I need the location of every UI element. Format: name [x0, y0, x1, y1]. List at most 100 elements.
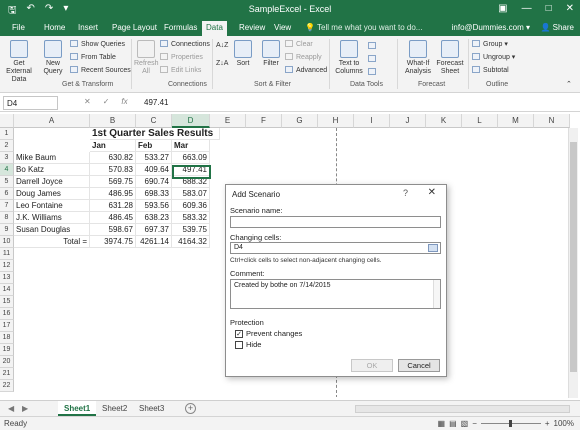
forecast-sheet-button[interactable]: Forecast Sheet [436, 40, 464, 76]
tab-file[interactable]: File [8, 22, 29, 33]
range-select-icon[interactable] [428, 244, 438, 252]
show-queries-button[interactable]: Show Queries [70, 40, 125, 48]
flash-fill-icon[interactable] [368, 42, 379, 50]
column-header-f[interactable]: F [246, 114, 282, 128]
sheet-tab-sheet1[interactable]: Sheet1 [58, 401, 97, 416]
zoom-slider-thumb[interactable] [508, 420, 512, 427]
value-cell[interactable]: 638.23 [136, 212, 172, 224]
row-header-15[interactable]: 15 [0, 296, 14, 308]
page-break-view-icon[interactable]: ▧ [461, 419, 469, 428]
advanced-button[interactable]: Advanced [285, 66, 327, 74]
total-cell[interactable]: 4164.32 [172, 236, 210, 248]
value-cell[interactable]: 539.75 [172, 224, 210, 236]
row-header-6[interactable]: 6 [0, 188, 14, 200]
enter-icon[interactable]: ✓ [103, 97, 110, 106]
column-header-e[interactable]: E [210, 114, 246, 128]
column-label-cell[interactable]: Feb [136, 140, 172, 152]
tab-view[interactable]: View [270, 22, 295, 33]
connections-button[interactable]: Connections [160, 40, 210, 48]
column-header-m[interactable]: M [498, 114, 534, 128]
close-button[interactable]: ✕ [566, 3, 574, 14]
value-cell[interactable]: 663.09 [172, 152, 210, 164]
value-cell[interactable]: 631.28 [90, 200, 136, 212]
zoom-in-button[interactable]: + [545, 419, 550, 428]
row-header-12[interactable]: 12 [0, 260, 14, 272]
subtotal-button[interactable]: Subtotal [472, 66, 509, 74]
dialog-close-button[interactable]: ✕ [428, 187, 436, 198]
tell-me-box[interactable]: 💡 Tell me what you want to do... [305, 23, 422, 32]
sheet-tab-sheet3[interactable]: Sheet3 [133, 401, 170, 416]
value-cell[interactable]: 486.95 [90, 188, 136, 200]
name-cell[interactable]: Mike Baum [14, 152, 90, 164]
name-cell[interactable]: Bo Katz [14, 164, 90, 176]
zoom-out-button[interactable]: − [472, 419, 477, 428]
row-header-3[interactable]: 3 [0, 152, 14, 164]
tab-data[interactable]: Data [202, 21, 227, 36]
zoom-level[interactable]: 100% [554, 419, 574, 428]
row-header-11[interactable]: 11 [0, 248, 14, 260]
column-label-cell[interactable]: Jan [90, 140, 136, 152]
ribbon-display-icon[interactable]: ▣ [498, 3, 507, 14]
ok-button[interactable]: OK [351, 359, 393, 372]
prevent-changes-checkbox[interactable]: ✓ Prevent changes [235, 329, 302, 338]
share-button[interactable]: 👤 Share [540, 23, 574, 32]
cancel-icon[interactable]: ✕ [84, 97, 91, 106]
name-box[interactable]: D4 [3, 96, 58, 110]
column-label-cell[interactable]: Mar [172, 140, 210, 152]
column-header-g[interactable]: G [282, 114, 318, 128]
next-sheet-icon[interactable]: ▶ [22, 404, 28, 413]
value-cell[interactable]: 630.82 [90, 152, 136, 164]
comment-scrollbar[interactable] [433, 280, 440, 308]
maximize-button[interactable]: □ [546, 3, 552, 14]
active-cell-d4[interactable] [172, 165, 211, 179]
minimize-button[interactable]: — [522, 3, 532, 14]
add-sheet-button[interactable]: + [185, 403, 196, 414]
text-to-columns-button[interactable]: Text to Columns [333, 40, 365, 76]
value-cell[interactable]: 583.32 [172, 212, 210, 224]
value-cell[interactable]: 533.27 [136, 152, 172, 164]
sheet-tab-sheet2[interactable]: Sheet2 [96, 401, 133, 416]
account-menu[interactable]: info@Dummies.com ▾ [452, 23, 530, 32]
sheet-title-cell[interactable]: 1st Quarter Sales Results [90, 128, 220, 140]
column-header-c[interactable]: C [136, 114, 172, 128]
tab-home[interactable]: Home [40, 22, 69, 33]
vertical-scroll-thumb[interactable] [570, 142, 577, 372]
tab-page-layout[interactable]: Page Layout [108, 22, 161, 33]
row-header-4[interactable]: 4 [0, 164, 14, 176]
column-header-j[interactable]: J [390, 114, 426, 128]
value-cell[interactable]: 698.33 [136, 188, 172, 200]
hide-checkbox[interactable]: Hide [235, 340, 261, 349]
column-header-a[interactable]: A [14, 114, 90, 128]
scenario-name-input[interactable] [230, 216, 441, 228]
what-if-analysis-button[interactable]: What-If Analysis [400, 40, 436, 76]
horizontal-scrollbar[interactable] [355, 405, 570, 413]
tab-review[interactable]: Review [235, 22, 269, 33]
column-header-h[interactable]: H [318, 114, 354, 128]
insert-function-icon[interactable]: fx [121, 97, 127, 106]
remove-duplicates-icon[interactable] [368, 55, 379, 63]
normal-view-icon[interactable]: ▦ [438, 419, 446, 428]
properties-button[interactable]: Properties [160, 53, 203, 61]
column-header-l[interactable]: L [462, 114, 498, 128]
refresh-all-button[interactable]: Refresh All [134, 40, 159, 76]
sort-za-button[interactable]: Z↓A [216, 60, 228, 67]
name-cell[interactable]: Leo Fontaine [14, 200, 90, 212]
value-cell[interactable]: 486.45 [90, 212, 136, 224]
tab-formulas[interactable]: Formulas [160, 22, 201, 33]
name-cell[interactable]: Doug James [14, 188, 90, 200]
row-header-17[interactable]: 17 [0, 320, 14, 332]
help-button[interactable]: ? [403, 188, 408, 198]
recent-sources-button[interactable]: Recent Sources [70, 66, 131, 74]
zoom-slider[interactable] [480, 420, 541, 427]
row-header-14[interactable]: 14 [0, 284, 14, 296]
total-label-cell[interactable]: Total = [14, 236, 90, 248]
clear-button[interactable]: Clear [285, 40, 313, 48]
edit-links-button[interactable]: Edit Links [160, 66, 201, 74]
row-header-8[interactable]: 8 [0, 212, 14, 224]
name-cell[interactable]: Susan Douglas [14, 224, 90, 236]
filter-button[interactable]: Filter [260, 40, 282, 68]
total-cell[interactable]: 3974.75 [90, 236, 136, 248]
value-cell[interactable]: 583.07 [172, 188, 210, 200]
formula-input[interactable]: 497.41 [144, 98, 168, 107]
row-header-21[interactable]: 21 [0, 368, 14, 380]
